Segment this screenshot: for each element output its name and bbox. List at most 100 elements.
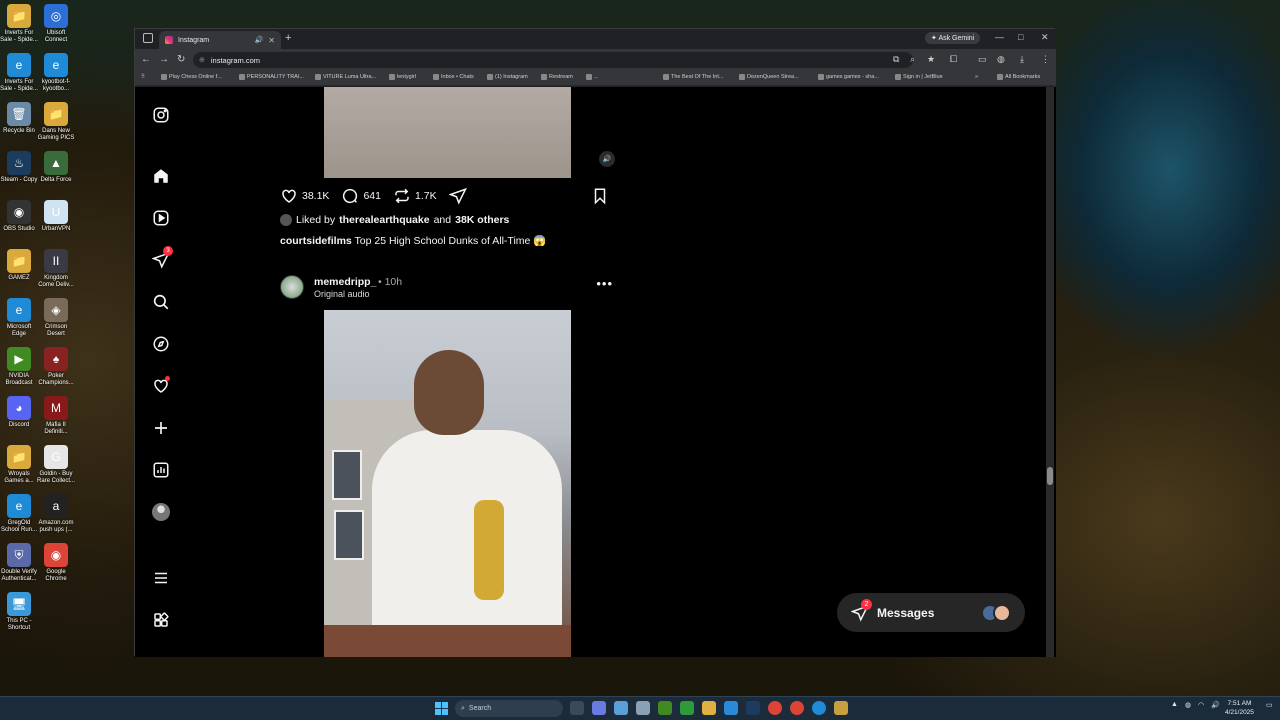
instagram-logo-icon[interactable] (151, 105, 171, 125)
edge-icon[interactable] (812, 701, 826, 715)
bookmark-item[interactable]: DezenQueen Strea... (739, 74, 799, 80)
nvidia-icon[interactable] (658, 701, 672, 715)
profile-avatar[interactable] (151, 502, 171, 522)
bookmark-item[interactable]: The Best Of The Int... (663, 74, 723, 80)
desktop-icon[interactable]: M Mafia II Definiti... (37, 396, 75, 436)
audio-toggle-icon[interactable]: 🔊 (599, 151, 615, 167)
desktop-icon[interactable]: G Goldin - Buy Rare Collect... (37, 445, 75, 485)
omnibox[interactable]: ⊕ instagram.com (193, 52, 913, 68)
bookmark-item[interactable]: PERSONALITY TRAI... (239, 74, 304, 80)
network-icon[interactable]: ◍ (1185, 701, 1191, 709)
site-info-icon[interactable]: ⊕ (199, 56, 205, 64)
taskbar-app-icon[interactable] (724, 701, 738, 715)
forward-icon[interactable]: → (159, 54, 169, 65)
bookmark-item[interactable]: Play Chess Online f... (161, 74, 222, 80)
back-icon[interactable]: ← (141, 54, 151, 65)
comment-button[interactable]: 641 (341, 187, 381, 205)
post1-video[interactable]: 🔊 (272, 87, 623, 178)
desktop-icon[interactable]: ♠ Poker Champions... (37, 347, 75, 387)
taskbar-search-box[interactable]: ⌕ Search (455, 700, 563, 717)
chrome-menu-icon[interactable]: ⋮ (1041, 54, 1050, 65)
chrome-icon[interactable] (768, 701, 782, 715)
taskbar-clock[interactable]: 7:51 AM 4/21/2025 (1225, 699, 1254, 717)
desktop-icon[interactable]: II Kingdom Come Deliv... (37, 249, 75, 289)
minimize-icon[interactable]: — (995, 32, 1004, 42)
desktop-icon[interactable]: ▶ NVIDIA Broadcast (0, 347, 38, 387)
post2-video[interactable] (272, 310, 623, 657)
task-view-icon[interactable] (570, 701, 584, 715)
repost-button[interactable]: 1.7K (393, 187, 437, 205)
desktop-icon[interactable]: ◈ Crimson Desert (37, 298, 75, 338)
desktop-icon[interactable]: ♨ Steam - Copy (0, 151, 38, 184)
taskbar-app-icon[interactable] (592, 701, 606, 715)
share-button[interactable] (448, 187, 467, 205)
liked-by-others-link[interactable]: 38K others (455, 214, 509, 226)
close-window-icon[interactable]: ✕ (1041, 32, 1049, 43)
bookmark-item[interactable]: (1) Instagram (487, 74, 528, 80)
desktop-icon[interactable]: ◉ OBS Studio (0, 200, 38, 233)
desktop-icon[interactable]: ◉ Google Chrome (37, 543, 75, 583)
downloads-icon[interactable]: ⤓ (1020, 54, 1024, 65)
zoom-icon[interactable]: ⌕ (910, 54, 915, 65)
messages-button[interactable]: 2 Messages (837, 593, 1025, 632)
reload-icon[interactable]: ↻ (177, 54, 185, 65)
like-button[interactable]: 38.1K (280, 187, 329, 205)
install-app-icon[interactable]: ⧉ (893, 54, 899, 65)
tab-group-icon[interactable] (143, 33, 153, 43)
desktop-icon[interactable]: ◎ Ubisoft Connect (37, 4, 75, 44)
taskbar-app-icon[interactable] (614, 701, 628, 715)
desktop-icon[interactable]: 📁 GAMEZ (0, 249, 38, 282)
desktop-icon[interactable]: ⛨ Double Verify Authenticat... (0, 543, 38, 583)
create-plus-icon[interactable] (151, 418, 171, 438)
save-button[interactable] (591, 187, 609, 205)
profile-icon[interactable]: ◍ (997, 54, 1005, 65)
new-tab-button[interactable]: + (285, 32, 291, 44)
bookmark-item[interactable]: lentygirl (389, 74, 416, 80)
taskbar-app-icon[interactable] (834, 701, 848, 715)
liked-by-user-link[interactable]: therealearthquake (339, 214, 429, 226)
direct-messages-icon[interactable]: 3 (151, 246, 173, 270)
maximize-icon[interactable]: □ (1018, 32, 1023, 42)
start-menu-icon[interactable] (435, 702, 448, 715)
bookmark-item[interactable]: games games - sha... (818, 74, 879, 80)
ask-gemini-button[interactable]: ✦ Ask Gemini (925, 32, 981, 44)
desktop-icon[interactable]: ▲ Delta Force (37, 151, 75, 184)
bookmark-star-icon[interactable]: ★ (927, 54, 935, 65)
wifi-icon[interactable]: ◠ (1198, 701, 1204, 709)
search-icon[interactable] (151, 292, 171, 312)
url-text[interactable]: instagram.com (211, 56, 260, 65)
extensions-icon[interactable]: ⧠ (950, 54, 957, 65)
taskbar-app-icon[interactable] (680, 701, 694, 715)
bookmark-item[interactable]: All Bookmarks (997, 74, 1040, 80)
tray-chevron-icon[interactable]: ▲ (1171, 701, 1178, 708)
tab-instagram[interactable]: Instagram 🔊 ✕ (159, 31, 281, 49)
side-panel-icon[interactable]: ▭ (978, 54, 987, 65)
scrollbar-thumb[interactable] (1047, 467, 1053, 485)
caption-username-link[interactable]: courtsidefilms (280, 235, 352, 247)
notifications-heart-icon[interactable] (151, 376, 171, 396)
desktop-icon[interactable]: 📁 Dans New Gaming PICS (37, 102, 75, 142)
desktop-icon[interactable]: 📁 Inverts For Sale - Spide... (0, 4, 38, 44)
post2-username-link[interactable]: memedripp_ (314, 276, 376, 288)
desktop-icon[interactable]: ◕ Discord (0, 396, 38, 429)
desktop-icon[interactable]: e GregOld School Run... (0, 494, 38, 534)
post2-audio-link[interactable]: Original audio (314, 289, 370, 299)
desktop-icon[interactable]: e kyootbot-f-kyootbo... (37, 53, 75, 93)
steam-icon[interactable] (746, 701, 760, 715)
bookmark-item[interactable]: ... (586, 74, 599, 80)
speaker-icon[interactable]: 🔊 (255, 36, 264, 44)
desktop-icon[interactable]: a Amazon.com push ups (... (37, 494, 75, 534)
home-icon[interactable] (151, 166, 171, 186)
reels-icon[interactable] (151, 208, 171, 228)
more-menu-icon[interactable] (151, 568, 171, 588)
desktop-icon[interactable]: 🗑 Recycle Bin (0, 102, 38, 135)
post2-more-options-icon[interactable]: ••• (596, 276, 613, 291)
chrome-icon[interactable] (790, 701, 804, 715)
apps-grid-icon[interactable]: ⠿ (141, 74, 145, 80)
desktop-icon[interactable]: 📁 Wroyals Games a... (0, 445, 38, 485)
bookmark-item[interactable]: Sign in | JetBlue (895, 74, 943, 80)
file-explorer-icon[interactable] (702, 701, 716, 715)
post2-avatar[interactable] (280, 275, 304, 299)
notification-center-icon[interactable]: ▭ (1266, 701, 1273, 709)
desktop-icon[interactable]: 🖥 This PC - Shortcut (0, 592, 38, 632)
